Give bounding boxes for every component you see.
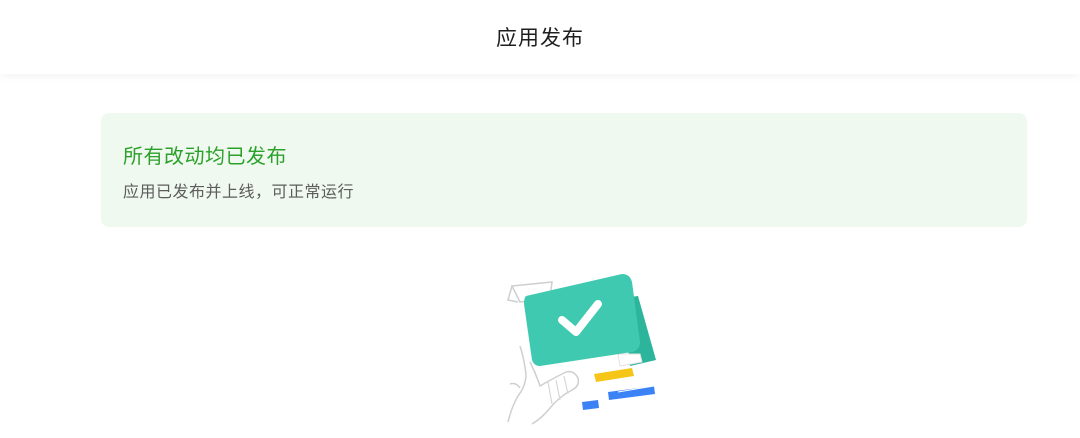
published-check-illustration <box>490 262 670 434</box>
status-description: 应用已发布并上线，可正常运行 <box>123 182 355 201</box>
app-header: 应用发布 <box>0 0 1080 74</box>
checkmark-card-icon <box>507 274 656 425</box>
status-title: 所有改动均已发布 <box>123 144 287 168</box>
publish-status-banner: 所有改动均已发布 应用已发布并上线，可正常运行 <box>101 113 1027 227</box>
page-title: 应用发布 <box>496 26 584 50</box>
